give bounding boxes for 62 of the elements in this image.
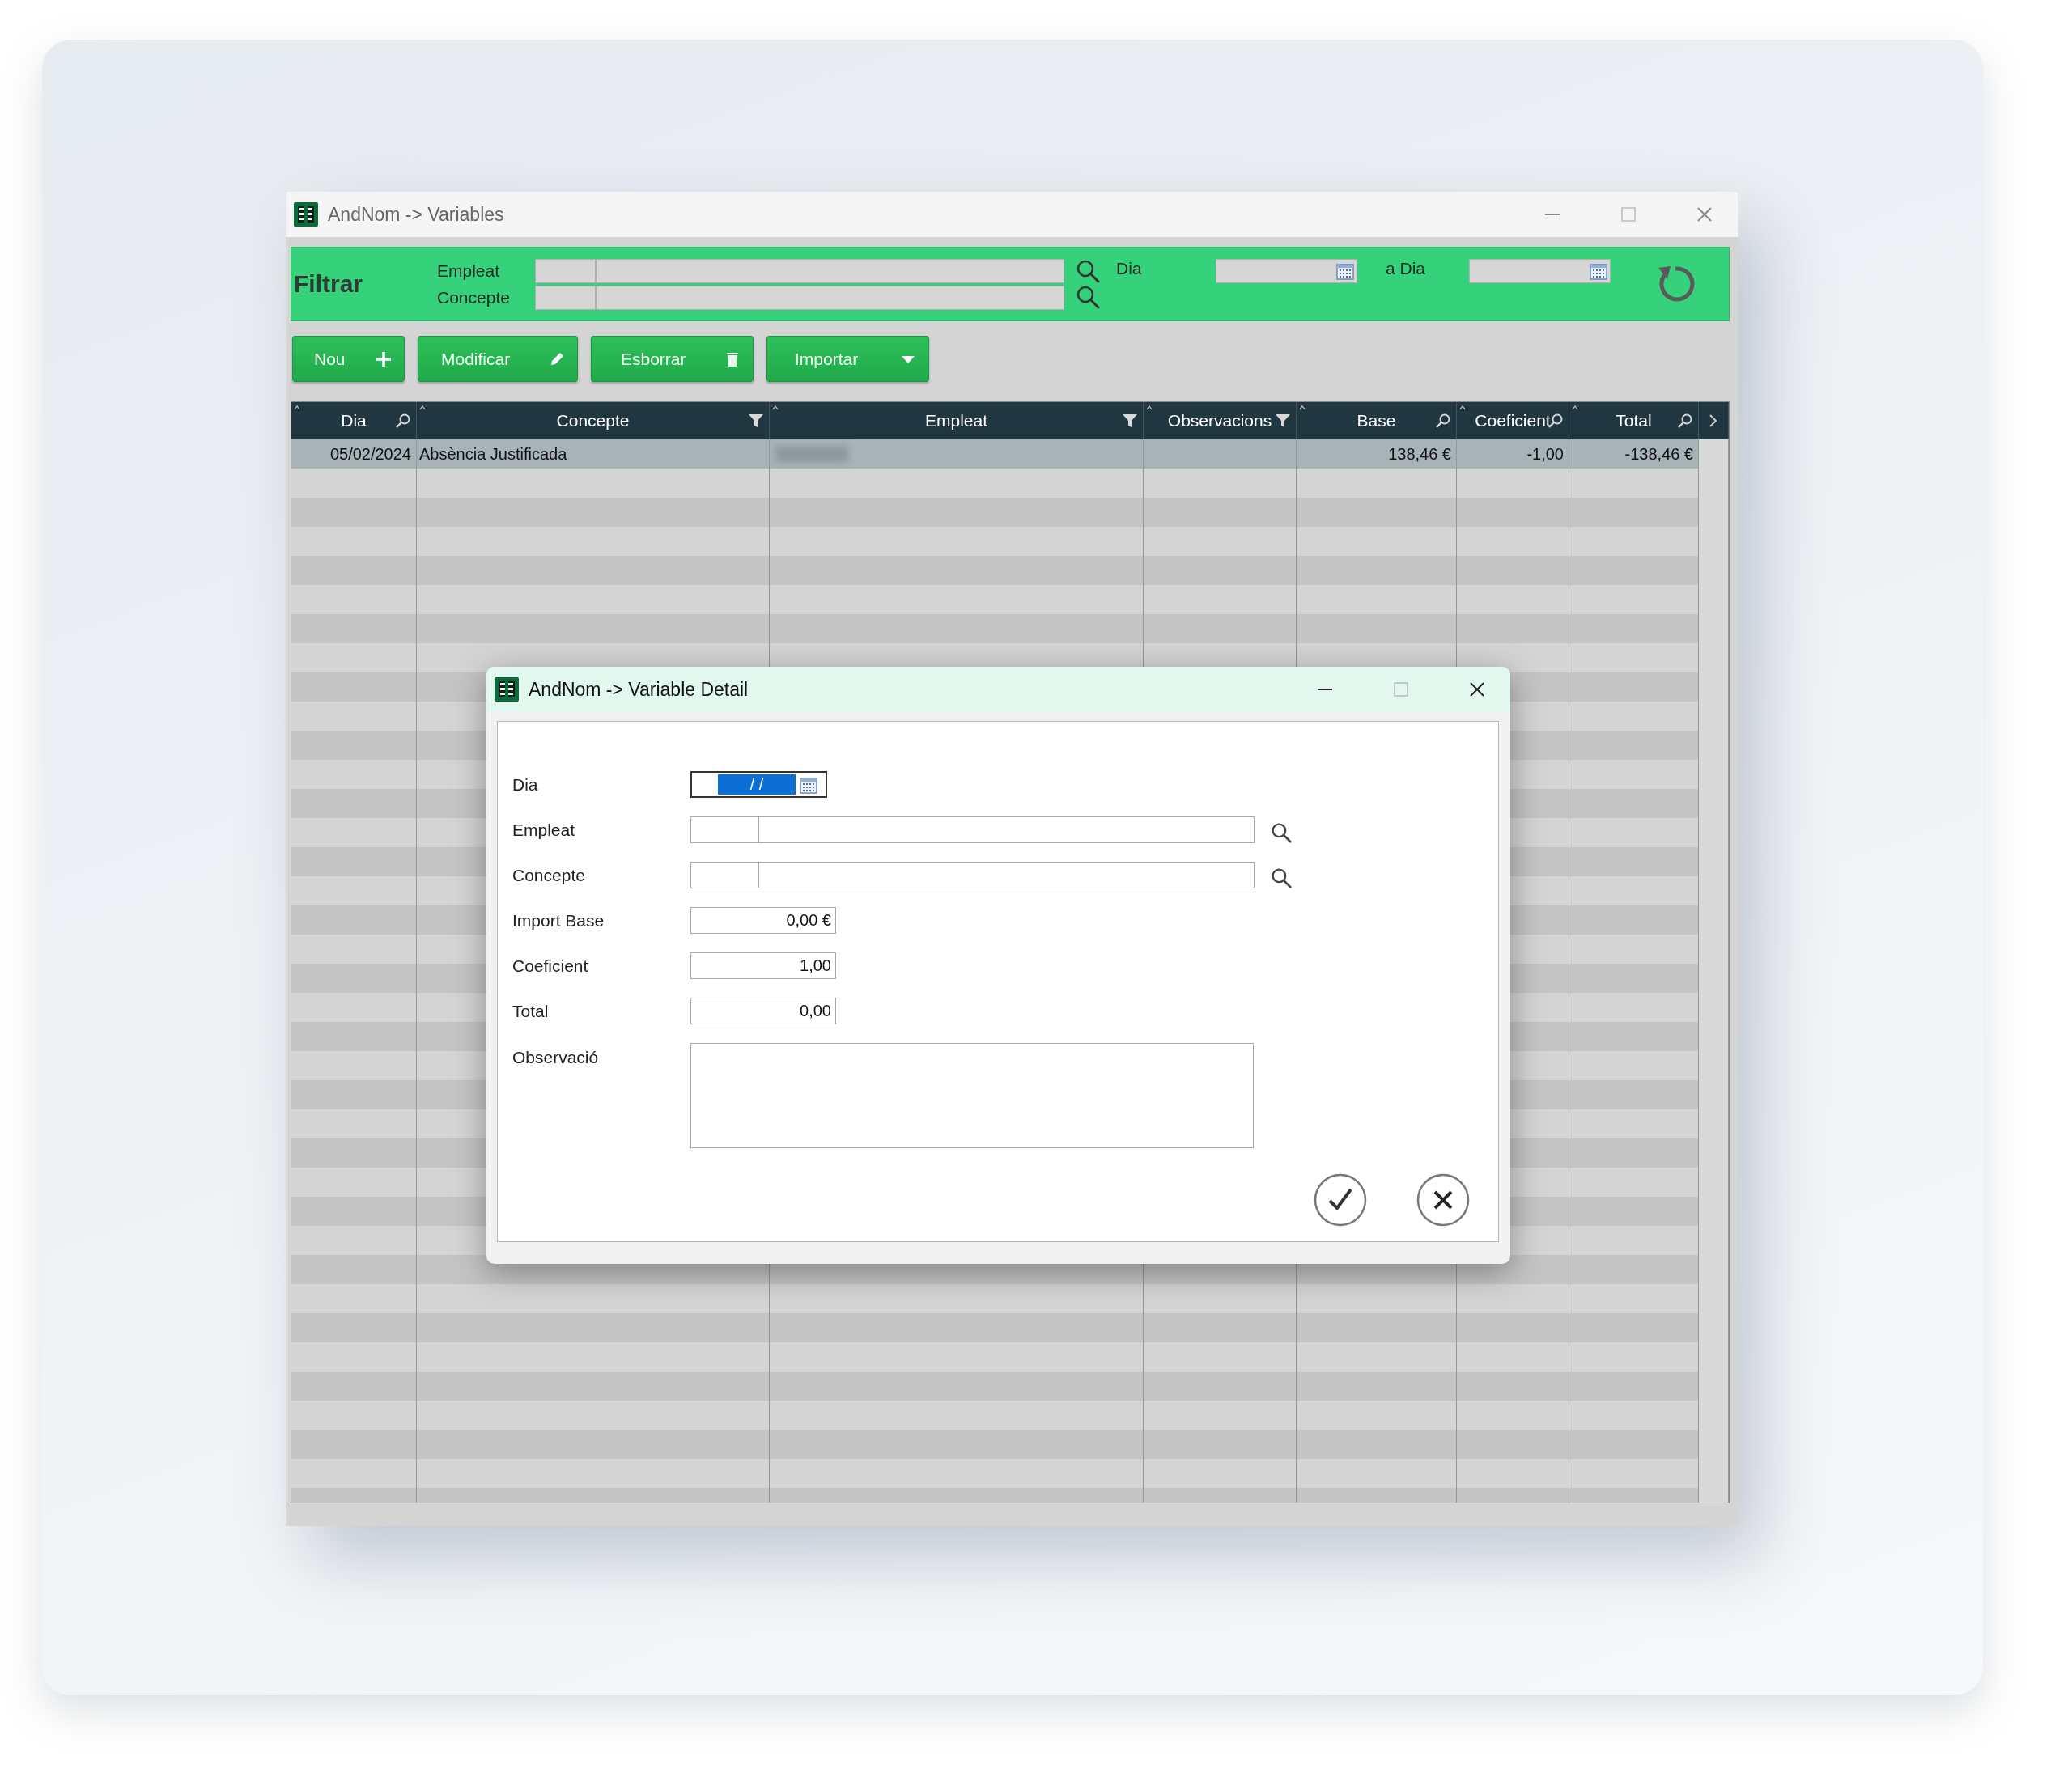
sort-icon [1299,405,1306,411]
calendar-icon[interactable] [1589,261,1608,281]
field-label: Concepte [437,286,511,308]
field-label: Total [512,1001,550,1021]
search-icon[interactable] [1076,285,1100,309]
dialog-title: AndNom -> Variable Detail [529,678,749,701]
table-row[interactable]: 05/02/2024 Absència Justificada 138,46 € -1,00 -138,46 € [291,439,1729,469]
table-cell: -138,46 € [1624,444,1693,464]
filter-heading: Filtrar [294,270,364,298]
field-label: Observació [512,1048,600,1067]
close-icon[interactable] [1468,681,1486,698]
sort-icon [1146,405,1153,411]
name-field[interactable] [596,285,1064,310]
filter-icon[interactable] [1275,413,1291,429]
search-icon[interactable] [1076,259,1100,283]
field-label: Empleat [437,260,501,282]
name-field[interactable] [596,258,1064,283]
sort-icon [1572,405,1578,411]
date-label: a Dia [1386,259,1427,278]
name-field[interactable] [758,862,1255,888]
field-label: Coeficient [512,956,589,976]
chevron-right-icon[interactable] [1708,413,1719,429]
confirm-button[interactable] [1314,1173,1367,1227]
field-label: Dia [512,774,539,795]
table-cell: 05/02/2024 [329,444,411,464]
search-icon[interactable] [395,413,411,429]
search-icon[interactable] [1271,821,1292,843]
calendar-icon[interactable] [1335,261,1355,281]
filter-icon[interactable] [748,413,764,429]
app-logo-icon [495,677,519,702]
table-cell: 138,46 € [1388,444,1451,464]
code-field[interactable] [535,258,596,283]
search-icon[interactable] [1271,867,1292,888]
sort-icon [419,405,426,411]
app-logo-icon [294,202,318,227]
field-label: Import Base [512,910,605,931]
notes-field[interactable] [690,1043,1254,1148]
cancel-button[interactable] [1416,1173,1470,1227]
plus-icon [375,350,393,368]
number-field[interactable]: 1,00 [690,952,836,979]
code-field[interactable] [535,285,596,310]
number-field[interactable]: 0,00 € [690,907,836,934]
field-label: Empleat [512,820,576,840]
code-field[interactable] [690,862,758,888]
sort-icon [772,405,779,411]
code-field[interactable] [690,816,758,843]
date-field[interactable] [1469,259,1611,283]
name-field[interactable] [758,816,1255,843]
date-field[interactable] [1216,259,1357,283]
sort-icon [294,405,300,411]
number-field[interactable]: 0,00 [690,998,836,1024]
search-icon[interactable] [1435,413,1451,429]
window-title: AndNom -> Variables [328,203,505,226]
date-value: / / [718,774,796,795]
field-label: Concepte [512,865,586,885]
sort-icon [1459,405,1466,411]
filter-icon[interactable] [1122,413,1138,429]
search-icon[interactable] [1677,413,1693,429]
date-label: Dia [1116,259,1143,278]
table-cell: Absència Justificada [419,444,567,464]
table-cell: -1,00 [1526,444,1564,464]
date-field[interactable]: / / [690,771,827,798]
